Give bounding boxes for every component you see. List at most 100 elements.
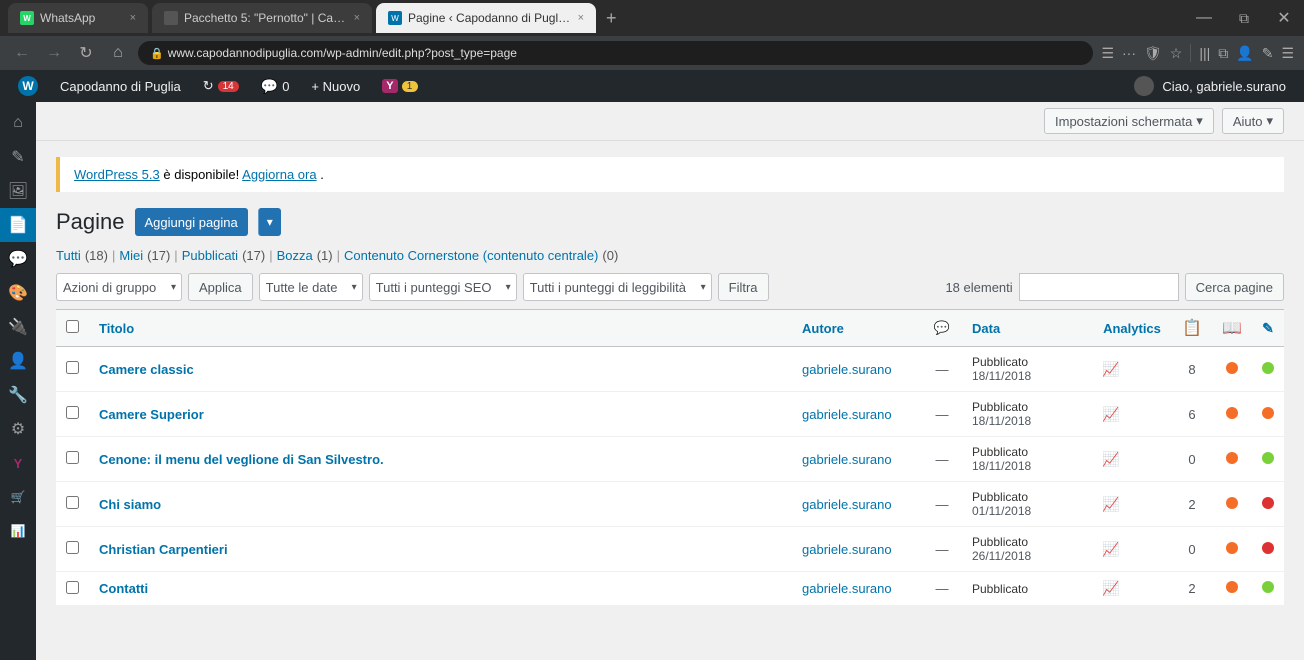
tab-pagine-label: Pagine ‹ Capodanno di Puglia...	[408, 11, 572, 25]
tab-pagine[interactable]: W Pagine ‹ Capodanno di Puglia... ×	[376, 3, 596, 33]
author-link[interactable]: gabriele.surano	[802, 542, 892, 557]
seo-status-dot	[1226, 542, 1238, 554]
tab-pagine-close[interactable]: ×	[578, 12, 584, 24]
apply-button[interactable]: Applica	[188, 273, 253, 301]
pen-icon[interactable]: ✎	[1262, 45, 1274, 62]
filter-tab-tutti[interactable]: TitoloTutti	[56, 248, 81, 263]
filter-button[interactable]: Filtra	[718, 273, 769, 301]
new-content-menu[interactable]: + Nuovo	[301, 70, 370, 102]
filter-tab-cornerstone[interactable]: Contenuto Cornerstone (contenuto central…	[344, 248, 598, 263]
updates-menu[interactable]: ↻ 14	[193, 70, 249, 102]
help-button[interactable]: Aiuto ▾	[1222, 108, 1284, 134]
readability-filter-select[interactable]: Tutti i punteggi di leggibilità	[523, 273, 712, 301]
page-title-link[interactable]: Chi siamo	[99, 497, 161, 512]
sidebar-item-settings[interactable]: ⚙	[0, 412, 36, 446]
tab-pagine-favicon: W	[388, 11, 402, 25]
author-link[interactable]: gabriele.surano	[802, 497, 892, 512]
tab-whatsapp-close[interactable]: ×	[130, 12, 136, 24]
row-seo-dot	[1212, 347, 1252, 392]
select-all-checkbox[interactable]	[66, 320, 79, 333]
author-link[interactable]: gabriele.surano	[802, 581, 892, 596]
row-status: Pubblicato	[972, 535, 1082, 549]
reader-icon[interactable]: ☰	[1101, 45, 1114, 62]
new-tab-button[interactable]: +	[600, 8, 623, 29]
page-title-link[interactable]: Contatti	[99, 581, 148, 596]
row-title-cell: Christian Carpentieri	[89, 527, 792, 572]
url-bar[interactable]: 🔒 www.capodannodipuglia.com/wp-admin/edi…	[138, 41, 1093, 65]
row-checkbox[interactable]	[66, 361, 79, 374]
row-checkbox[interactable]	[66, 541, 79, 554]
page-title-link[interactable]: Camere classic	[99, 362, 194, 377]
user-menu[interactable]: Ciao, gabriele.surano	[1124, 70, 1296, 102]
sidebar-item-woo[interactable]: 🛒	[0, 480, 36, 514]
restore-button[interactable]: ⧉	[1232, 10, 1256, 27]
notice-text-after: .	[320, 167, 324, 182]
minimize-button[interactable]: —	[1192, 9, 1216, 27]
sidebar-item-media[interactable]: 🖼	[0, 174, 36, 208]
screen-options-button[interactable]: Impostazioni schermata ▾	[1044, 108, 1214, 134]
row-checkbox[interactable]	[66, 406, 79, 419]
help-arrow: ▾	[1266, 113, 1273, 129]
shield-icon[interactable]: 🛡	[1144, 45, 1162, 62]
author-link[interactable]: gabriele.surano	[802, 452, 892, 467]
filter-tab-pubblicati[interactable]: Pubblicati	[182, 248, 238, 263]
author-link[interactable]: gabriele.surano	[802, 407, 892, 422]
row-checkbox[interactable]	[66, 581, 79, 594]
sidebar-item-pages[interactable]: 📄	[0, 208, 36, 242]
sidebar-item-seo[interactable]: Y	[0, 446, 36, 480]
row-date-cell: Pubblicato 18/11/2018	[962, 437, 1092, 482]
sidebar: ⌂ ✎ 🖼 📄 💬 🎨 🔌 👤 🔧 ⚙ Y 🛒 📊	[0, 102, 36, 660]
th-date[interactable]: Data	[962, 310, 1092, 347]
yoast-count: 1	[402, 81, 418, 92]
sidebar-item-comments[interactable]: 💬	[0, 242, 36, 276]
add-page-dropdown[interactable]: ▾	[258, 208, 281, 236]
row-checkbox[interactable]	[66, 451, 79, 464]
tab-whatsapp-label: WhatsApp	[40, 11, 95, 25]
row-analytics-num: 6	[1172, 392, 1212, 437]
filter-tab-bozza[interactable]: Bozza	[277, 248, 313, 263]
more-icon[interactable]: ···	[1122, 45, 1136, 61]
group-action-select[interactable]: Azioni di gruppo	[56, 273, 182, 301]
comments-menu[interactable]: 💬 0	[251, 70, 300, 102]
sidebar-item-tools[interactable]: 🔧	[0, 378, 36, 412]
sidebar-item-analytics[interactable]: 📊	[0, 514, 36, 548]
tab-pacchetto-close[interactable]: ×	[354, 12, 360, 24]
search-pages-input[interactable]	[1019, 273, 1179, 301]
user-greeting-item[interactable]: Ciao, gabriele.surano	[1124, 70, 1296, 102]
sidebar-item-users[interactable]: 👤	[0, 344, 36, 378]
add-page-button[interactable]: Aggiungi pagina	[135, 208, 248, 236]
page-title-link[interactable]: Cenone: il menu del veglione di San Silv…	[99, 452, 384, 467]
menu-icon[interactable]: ☰	[1281, 45, 1294, 62]
comment-column-icon: 💬	[934, 320, 950, 335]
reload-button[interactable]: ↻	[74, 43, 98, 63]
tab-pacchetto[interactable]: Pacchetto 5: "Pernotto" | Capo... ×	[152, 3, 372, 33]
back-button[interactable]: ←	[10, 44, 34, 62]
filter-tab-miei[interactable]: Miei	[119, 248, 143, 263]
sidebar-item-appearance[interactable]: 🎨	[0, 276, 36, 310]
items-count: 18 elementi	[945, 280, 1012, 295]
home-button[interactable]: ⌂	[106, 44, 130, 62]
yoast-menu[interactable]: Y 1	[372, 70, 427, 102]
th-title[interactable]: Titolo	[89, 310, 792, 347]
synced-tabs-icon[interactable]: ⧉	[1218, 45, 1228, 62]
site-name-menu[interactable]: Capodanno di Puglia	[50, 70, 191, 102]
page-title-link[interactable]: Camere Superior	[99, 407, 204, 422]
sidebar-item-dashboard[interactable]: ⌂	[0, 106, 36, 140]
wp-logo-menu[interactable]: W	[8, 70, 48, 102]
bookmark-icon[interactable]: ☆	[1170, 45, 1183, 62]
tab-whatsapp[interactable]: W WhatsApp ×	[8, 3, 148, 33]
library-icon[interactable]: |||	[1199, 45, 1210, 61]
author-link[interactable]: gabriele.surano	[802, 362, 892, 377]
forward-button[interactable]: →	[42, 44, 66, 62]
search-pages-button[interactable]: Cerca pagine	[1185, 273, 1284, 301]
row-checkbox[interactable]	[66, 496, 79, 509]
profile-icon[interactable]: 👤	[1236, 45, 1253, 62]
dates-filter-select[interactable]: Tutte le date	[259, 273, 363, 301]
update-now-link[interactable]: Aggiorna ora	[242, 167, 316, 182]
sidebar-item-plugins[interactable]: 🔌	[0, 310, 36, 344]
close-button[interactable]: ✕	[1272, 8, 1296, 28]
wordpress-version-link[interactable]: WordPress 5.3	[74, 167, 160, 182]
page-title-link[interactable]: Christian Carpentieri	[99, 542, 228, 557]
seo-filter-select[interactable]: Tutti i punteggi SEO	[369, 273, 517, 301]
sidebar-item-posts[interactable]: ✎	[0, 140, 36, 174]
